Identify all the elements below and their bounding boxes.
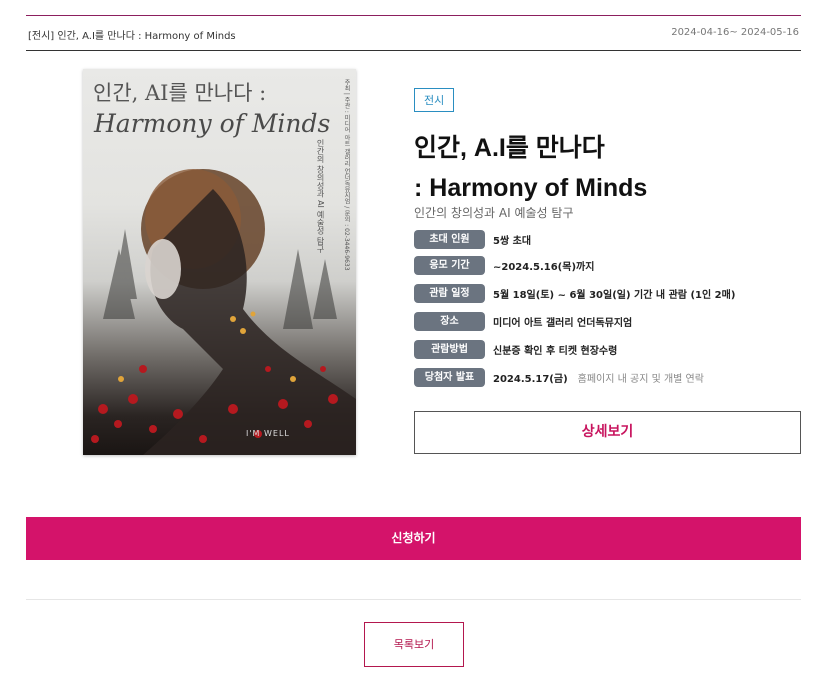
divider xyxy=(26,599,801,600)
detail-label: 응모 기간 xyxy=(414,255,485,275)
poster-subtitle: 인간의 창의성과 AI 예술성 탐구 xyxy=(316,139,325,254)
event-subtitle: 인간의 창의성과 AI 예술성 탐구 xyxy=(414,206,574,220)
view-details-button[interactable]: 상세보기 xyxy=(414,411,801,454)
event-poster: 인간, AI를 만나다 : Harmony of Minds 인간의 창의성과 … xyxy=(83,69,356,455)
detail-row-announcement: 당첨자 발표 2024.5.17(금) 홈페이지 내 공지 및 개별 연락 xyxy=(414,363,801,391)
detail-value: 2024.5.17(금) xyxy=(493,373,568,385)
detail-row-schedule: 관람 일정 5월 18일(토) ~ 6월 30일(일) 기간 내 관람 (1인 … xyxy=(414,279,801,307)
detail-label: 관람 일정 xyxy=(414,283,485,303)
detail-row-method: 관람방법 신분증 확인 후 티켓 현장수령 xyxy=(414,335,801,363)
event-title: 인간, A.I를 만나다 : Harmony of Minds xyxy=(414,128,647,208)
apply-button[interactable]: 신청하기 xyxy=(26,517,801,560)
detail-row-venue: 장소 미디어 아트 갤러리 언더독뮤지엄 xyxy=(414,307,801,335)
detail-label: 당첨자 발표 xyxy=(414,367,485,387)
event-title-line1: 인간, A.I를 만나다 xyxy=(414,134,605,162)
detail-label: 관람방법 xyxy=(414,339,485,359)
detail-value: 5월 18일(토) ~ 6월 30일(일) 기간 내 관람 (1인 2매) xyxy=(493,289,736,301)
detail-value: ~2024.5.16(목)까지 xyxy=(493,261,595,273)
header-dates: 2024-04-16~ 2024-05-16 xyxy=(671,27,799,38)
poster-logo: I'M WELL xyxy=(246,429,290,438)
detail-value: 미디어 아트 갤러리 언더독뮤지엄 xyxy=(493,317,633,329)
event-title-line2: : Harmony of Minds xyxy=(414,174,648,202)
poster-title-line2: Harmony of Minds xyxy=(94,109,331,138)
header-title: [전시] 인간, A.I를 만나다 : Harmony of Minds xyxy=(28,31,236,42)
detail-label: 장소 xyxy=(414,311,485,331)
detail-value: 5쌍 초대 xyxy=(493,235,532,247)
event-details: 초대 인원 5쌍 초대 응모 기간 ~2024.5.16(목)까지 관람 일정 … xyxy=(414,229,801,391)
category-badge: 전시 xyxy=(414,88,455,112)
poster-title-line1: 인간, AI를 만나다 : xyxy=(93,81,267,105)
detail-row-invite: 초대 인원 5쌍 초대 xyxy=(414,229,801,249)
detail-label: 초대 인원 xyxy=(414,229,485,249)
detail-row-entry-period: 응모 기간 ~2024.5.16(목)까지 xyxy=(414,251,801,279)
detail-value: 신분증 확인 후 티켓 현장수령 xyxy=(493,345,618,357)
poster-info: 주최 | 주관 : 미디어 아트 갤러리 언더독뮤지엄 / 문의 : 02-34… xyxy=(343,79,350,271)
back-to-list-button[interactable]: 목록보기 xyxy=(364,622,464,667)
detail-note: 홈페이지 내 공지 및 개별 연락 xyxy=(577,373,704,385)
event-header: [전시] 인간, A.I를 만나다 : Harmony of Minds 202… xyxy=(26,16,801,51)
